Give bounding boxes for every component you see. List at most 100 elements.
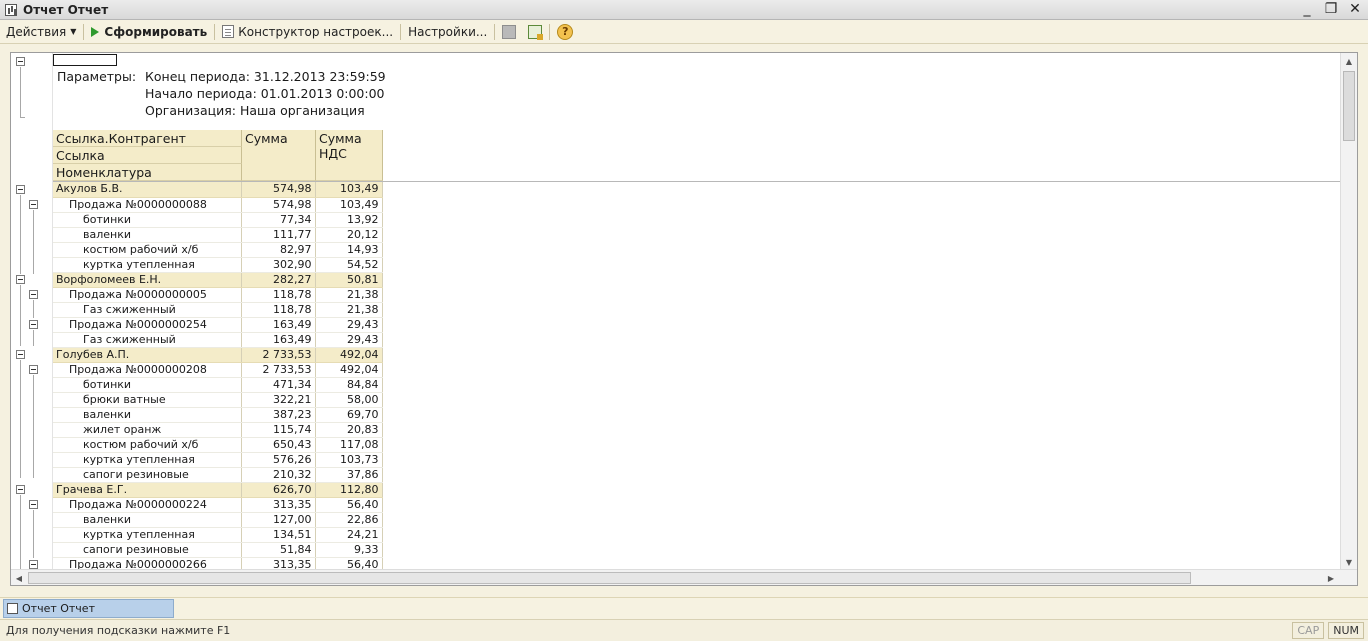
generate-button[interactable]: Сформировать [85, 22, 213, 42]
row-name-cell[interactable]: Голубев А.П. [53, 347, 242, 363]
row-sum-cell[interactable]: 51,84 [241, 542, 316, 558]
collapse-icon[interactable] [29, 500, 38, 509]
row-sum-cell[interactable]: 313,35 [241, 497, 316, 513]
contractor-row[interactable]: Ворфоломеев Е.Н. 282,27 50,81 [53, 272, 383, 288]
header-group-contractor[interactable]: Ссылка.Контрагент [53, 130, 242, 147]
row-vat-cell[interactable]: 492,04 [315, 347, 383, 363]
row-sum-cell[interactable]: 134,51 [241, 527, 316, 543]
actions-menu-button[interactable]: Действия ▼ [0, 22, 82, 42]
row-vat-cell[interactable]: 112,80 [315, 482, 383, 498]
row-name-cell[interactable]: куртка утепленная [53, 527, 242, 543]
row-sum-cell[interactable]: 574,98 [241, 197, 316, 213]
row-vat-cell[interactable]: 20,12 [315, 227, 383, 243]
vertical-scroll-thumb[interactable] [1343, 71, 1355, 141]
row-sum-cell[interactable]: 111,77 [241, 227, 316, 243]
row-sum-cell[interactable]: 2 733,53 [241, 362, 316, 378]
item-row[interactable]: сапоги резиновые 51,84 9,33 [53, 542, 383, 558]
row-sum-cell[interactable]: 163,49 [241, 317, 316, 333]
save-variant-icon[interactable] [502, 24, 517, 39]
document-row[interactable]: Продажа №0000000088 574,98 103,49 [53, 197, 383, 213]
close-button[interactable]: ✕ [1348, 1, 1362, 17]
item-row[interactable]: куртка утепленная 302,90 54,52 [53, 257, 383, 273]
row-name-cell[interactable]: Продажа №0000000088 [53, 197, 242, 213]
item-row[interactable]: жилет оранж 115,74 20,83 [53, 422, 383, 438]
collapse-icon[interactable] [16, 275, 25, 284]
settings-constructor-button[interactable]: Конструктор настроек... [216, 22, 399, 42]
row-vat-cell[interactable]: 21,38 [315, 302, 383, 318]
report-spreadsheet[interactable]: Параметры: Конец периода: 31.12.2013 23:… [10, 52, 1358, 586]
scroll-down-icon[interactable]: ▼ [1341, 554, 1357, 570]
item-row[interactable]: костюм рабочий х/б 82,97 14,93 [53, 242, 383, 258]
row-sum-cell[interactable]: 576,26 [241, 452, 316, 468]
item-row[interactable]: валенки 387,23 69,70 [53, 407, 383, 423]
row-sum-cell[interactable]: 210,32 [241, 467, 316, 483]
item-row[interactable]: Газ сжиженный 118,78 21,38 [53, 302, 383, 318]
header-group-document[interactable]: Ссылка [53, 147, 242, 164]
row-name-cell[interactable]: сапоги резиновые [53, 467, 242, 483]
scroll-up-icon[interactable]: ▲ [1341, 53, 1357, 69]
item-row[interactable]: валенки 127,00 22,86 [53, 512, 383, 528]
row-name-cell[interactable]: жилет оранж [53, 422, 242, 438]
scroll-left-icon[interactable]: ◀ [11, 570, 27, 585]
row-sum-cell[interactable]: 471,34 [241, 377, 316, 393]
row-vat-cell[interactable]: 50,81 [315, 272, 383, 288]
row-vat-cell[interactable]: 103,49 [315, 182, 383, 198]
row-vat-cell[interactable]: 21,38 [315, 287, 383, 303]
row-name-cell[interactable]: Продажа №0000000254 [53, 317, 242, 333]
document-row[interactable]: Продажа №0000000254 163,49 29,43 [53, 317, 383, 333]
row-name-cell[interactable]: Продажа №0000000208 [53, 362, 242, 378]
row-sum-cell[interactable]: 650,43 [241, 437, 316, 453]
item-row[interactable]: куртка утепленная 576,26 103,73 [53, 452, 383, 468]
task-tab-report[interactable]: Отчет Отчет [3, 599, 174, 618]
row-vat-cell[interactable]: 29,43 [315, 317, 383, 333]
collapse-icon[interactable] [29, 320, 38, 329]
header-vat[interactable]: Сумма НДС [316, 130, 383, 181]
row-vat-cell[interactable]: 103,49 [315, 197, 383, 213]
row-vat-cell[interactable]: 24,21 [315, 527, 383, 543]
contractor-row[interactable]: Грачева Е.Г. 626,70 112,80 [53, 482, 383, 498]
row-name-cell[interactable]: ботинки [53, 212, 242, 228]
scroll-right-icon[interactable]: ▶ [1323, 570, 1339, 585]
row-vat-cell[interactable]: 14,93 [315, 242, 383, 258]
row-name-cell[interactable]: ботинки [53, 377, 242, 393]
item-row[interactable]: Газ сжиженный 163,49 29,43 [53, 332, 383, 348]
row-sum-cell[interactable]: 387,23 [241, 407, 316, 423]
collapse-icon[interactable] [16, 350, 25, 359]
item-row[interactable]: ботинки 471,34 84,84 [53, 377, 383, 393]
document-row[interactable]: Продажа №0000000005 118,78 21,38 [53, 287, 383, 303]
row-name-cell[interactable]: костюм рабочий х/б [53, 242, 242, 258]
row-name-cell[interactable]: валенки [53, 407, 242, 423]
collapse-icon[interactable] [16, 485, 25, 494]
row-vat-cell[interactable]: 22,86 [315, 512, 383, 528]
collapse-icon[interactable] [29, 290, 38, 299]
row-vat-cell[interactable]: 103,73 [315, 452, 383, 468]
row-name-cell[interactable]: Газ сжиженный [53, 302, 242, 318]
report-header-cell[interactable] [53, 54, 117, 66]
item-row[interactable]: костюм рабочий х/б 650,43 117,08 [53, 437, 383, 453]
row-sum-cell[interactable]: 282,27 [241, 272, 316, 288]
collapse-icon[interactable] [29, 200, 38, 209]
header-group-item[interactable]: Номенклатура [53, 164, 242, 181]
settings-button[interactable]: Настройки... [402, 22, 493, 42]
row-name-cell[interactable]: куртка утепленная [53, 257, 242, 273]
contractor-row[interactable]: Голубев А.П. 2 733,53 492,04 [53, 347, 383, 363]
row-sum-cell[interactable]: 574,98 [241, 182, 316, 198]
item-row[interactable]: брюки ватные 322,21 58,00 [53, 392, 383, 408]
row-vat-cell[interactable]: 56,40 [315, 497, 383, 513]
document-row[interactable]: Продажа №0000000208 2 733,53 492,04 [53, 362, 383, 378]
row-name-cell[interactable]: Грачева Е.Г. [53, 482, 242, 498]
row-name-cell[interactable]: брюки ватные [53, 392, 242, 408]
row-sum-cell[interactable]: 322,21 [241, 392, 316, 408]
collapse-icon[interactable] [16, 185, 25, 194]
row-vat-cell[interactable]: 20,83 [315, 422, 383, 438]
help-icon[interactable]: ? [557, 23, 574, 40]
contractor-row[interactable]: Акулов Б.В. 574,98 103,49 [53, 182, 383, 198]
row-vat-cell[interactable]: 29,43 [315, 332, 383, 348]
row-vat-cell[interactable]: 58,00 [315, 392, 383, 408]
export-icon[interactable] [528, 24, 544, 40]
row-vat-cell[interactable]: 54,52 [315, 257, 383, 273]
collapse-icon[interactable] [29, 365, 38, 374]
row-name-cell[interactable]: куртка утепленная [53, 452, 242, 468]
row-name-cell[interactable]: Газ сжиженный [53, 332, 242, 348]
row-name-cell[interactable]: Ворфоломеев Е.Н. [53, 272, 242, 288]
